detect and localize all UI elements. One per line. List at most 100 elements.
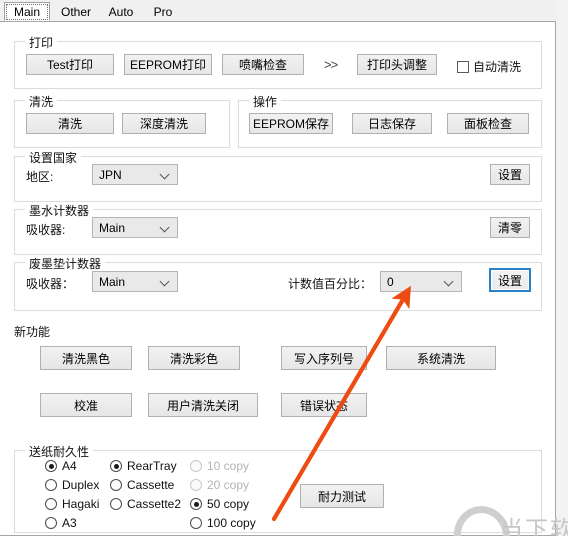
clean-button[interactable]: 清洗: [26, 113, 114, 134]
user-clean-off-button[interactable]: 用户清洗关闭: [148, 393, 258, 417]
waste-absorber-label: 吸收器：: [26, 277, 75, 291]
radio-10-copy: 10 copy: [190, 459, 249, 473]
radio-cassette-label: Cassette: [127, 478, 175, 492]
radio-a3-dot[interactable]: [45, 517, 57, 529]
radio-rear-tray[interactable]: RearTray: [110, 459, 177, 473]
country-group-legend: 设置国家: [25, 149, 82, 166]
region-combobox-value: JPN: [99, 167, 122, 182]
counter-percent-combobox[interactable]: 0: [380, 271, 462, 292]
chevron-down-icon[interactable]: [445, 277, 454, 286]
system-clean-label: 系统清洗: [416, 351, 465, 366]
window-right-edge: [555, 0, 568, 536]
new-features-legend: 新功能: [14, 325, 51, 339]
user-clean-off-label: 用户清洗关闭: [166, 398, 239, 413]
clean-black-button[interactable]: 清洗黑色: [40, 346, 132, 370]
eeprom-print-label: EEPROM打印: [129, 58, 206, 72]
radio-duplex-dot[interactable]: [45, 479, 57, 491]
chevron-down-icon[interactable]: [161, 223, 170, 232]
counter-percent-value: 0: [387, 274, 394, 289]
print-head-adjust-label: 打印头调整: [366, 58, 427, 72]
region-combobox[interactable]: JPN: [92, 164, 178, 185]
radio-20-copy: 20 copy: [190, 478, 249, 492]
radio-a3-label: A3: [62, 516, 77, 530]
radio-a4-label: A4: [62, 459, 77, 473]
radio-20-copy-label: 20 copy: [207, 478, 250, 492]
write-serial-number-button[interactable]: 写入序列号: [281, 346, 367, 370]
tab-page-main: 打印 Test打印 EEPROM打印 喷嘴检查 >> 打印头调整 自动清洗 清洗…: [0, 21, 568, 536]
country-set-button-label: 设置: [497, 168, 522, 182]
durability-test-label: 耐力测试: [317, 489, 366, 504]
country-set-button[interactable]: 设置: [490, 164, 530, 185]
tab-auto[interactable]: Auto: [100, 3, 142, 21]
ink-counter-reset-button[interactable]: 清零: [490, 217, 530, 238]
waste-absorber-combobox[interactable]: Main: [92, 271, 178, 292]
radio-50-copy-label: 50 copy: [207, 497, 250, 511]
tab-strip: Main Other Auto Pro: [0, 0, 556, 22]
tab-other[interactable]: Other: [54, 3, 98, 21]
radio-hagaki-dot[interactable]: [45, 498, 57, 510]
tab-pro-label: Pro: [153, 5, 173, 19]
eeprom-print-button[interactable]: EEPROM打印: [124, 54, 212, 75]
ink-counter-reset-label: 清零: [497, 221, 522, 235]
print-group-legend: 打印: [25, 34, 58, 51]
clean-group-legend: 清洗: [25, 93, 58, 110]
radio-100-copy[interactable]: 100 copy: [190, 516, 256, 530]
log-save-label: 日志保存: [367, 117, 416, 131]
chevron-down-icon[interactable]: [161, 170, 170, 179]
tab-auto-label: Auto: [108, 5, 134, 19]
clean-button-label: 清洗: [57, 117, 82, 131]
clean-color-button[interactable]: 清洗彩色: [148, 346, 240, 370]
test-print-label: Test打印: [46, 58, 93, 72]
radio-rear-tray-dot[interactable]: [110, 460, 122, 472]
deep-clean-button[interactable]: 深度清洗: [122, 113, 206, 134]
system-clean-button[interactable]: 系统清洗: [386, 346, 496, 370]
tab-pro[interactable]: Pro: [144, 3, 182, 21]
panel-check-label: 面板检查: [463, 117, 512, 131]
clean-black-label: 清洗黑色: [61, 351, 110, 366]
test-print-button[interactable]: Test打印: [26, 54, 114, 75]
counter-percent-label: 计数值百分比：: [288, 277, 373, 291]
radio-hagaki-label: Hagaki: [62, 497, 100, 511]
operation-group-legend: 操作: [249, 93, 282, 110]
radio-cassette2-label: Cassette2: [127, 497, 182, 511]
durability-test-button[interactable]: 耐力测试: [300, 484, 384, 508]
chevron-down-icon[interactable]: [161, 277, 170, 286]
calibrate-label: 校准: [73, 398, 98, 413]
radio-50-copy-dot[interactable]: [190, 498, 202, 510]
radio-duplex-label: Duplex: [62, 478, 100, 492]
radio-duplex[interactable]: Duplex: [45, 478, 99, 492]
radio-50-copy[interactable]: 50 copy: [190, 497, 249, 511]
panel-check-button[interactable]: 面板检查: [447, 113, 529, 134]
radio-cassette2[interactable]: Cassette2: [110, 497, 181, 511]
calibrate-button[interactable]: 校准: [40, 393, 132, 417]
radio-20-copy-dot: [190, 479, 202, 491]
ink-absorber-value: Main: [99, 220, 126, 235]
nozzle-check-button[interactable]: 喷嘴检查: [222, 54, 304, 75]
ink-absorber-label: 吸收器:: [26, 223, 66, 237]
radio-10-copy-dot: [190, 460, 202, 472]
print-head-adjust-button[interactable]: 打印头调整: [357, 54, 437, 75]
radio-10-copy-label: 10 copy: [207, 459, 250, 473]
auto-clean-checkbox-box[interactable]: [457, 60, 469, 73]
radio-a3[interactable]: A3: [45, 516, 77, 530]
radio-cassette-dot[interactable]: [110, 479, 122, 491]
radio-a4-dot[interactable]: [45, 460, 57, 472]
tab-main[interactable]: Main: [4, 2, 50, 21]
eeprom-save-label: EEPROM保存: [252, 117, 329, 131]
ink-absorber-combobox[interactable]: Main: [92, 217, 178, 238]
radio-hagaki[interactable]: Hagaki: [45, 497, 99, 511]
region-label: 地区:: [26, 170, 54, 184]
ink-counter-group-legend: 墨水计数器: [25, 202, 94, 219]
tab-other-label: Other: [60, 5, 91, 19]
radio-100-copy-dot[interactable]: [190, 517, 202, 529]
radio-cassette[interactable]: Cassette: [110, 478, 174, 492]
log-save-button[interactable]: 日志保存: [352, 113, 432, 134]
radio-cassette2-dot[interactable]: [110, 498, 122, 510]
clean-color-label: 清洗彩色: [169, 351, 218, 366]
auto-clean-checkbox[interactable]: 自动清洗: [457, 58, 521, 75]
radio-a4[interactable]: A4: [45, 459, 77, 473]
error-status-button[interactable]: 错误状态: [281, 393, 367, 417]
eeprom-save-button[interactable]: EEPROM保存: [249, 113, 333, 134]
waste-pad-set-button[interactable]: 设置: [489, 268, 531, 292]
tab-main-label: Main: [13, 4, 40, 19]
